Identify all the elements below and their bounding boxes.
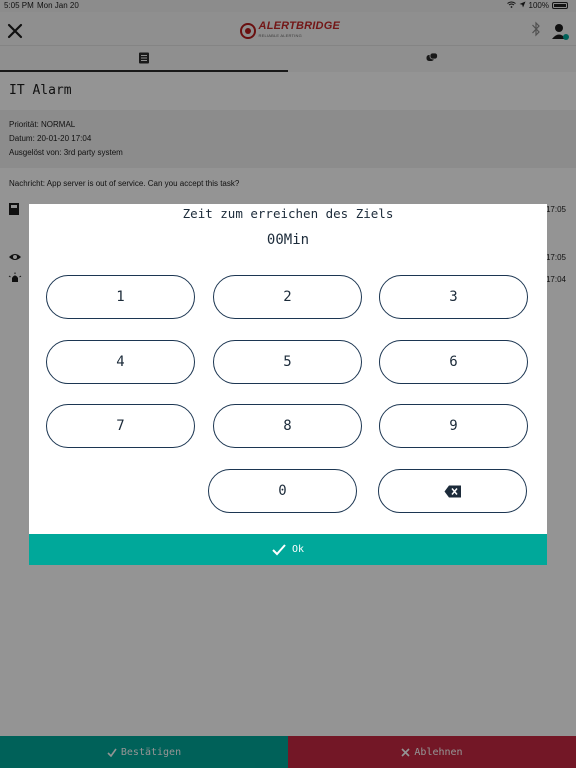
keypad-key-3[interactable]: 3 [379, 275, 528, 319]
checkmark-icon [272, 543, 286, 555]
keypad-key-2[interactable]: 2 [213, 275, 362, 319]
dialog-value-display: 00Min [266, 232, 310, 248]
keypad-key-0[interactable]: 0 [208, 469, 357, 513]
keypad-backspace-button[interactable] [378, 469, 527, 513]
keypad-key-5[interactable]: 5 [213, 340, 362, 384]
keypad-key-1[interactable]: 1 [46, 275, 195, 319]
backspace-icon [444, 485, 461, 497]
time-to-target-dialog: Zeit zum erreichen des Ziels 00Min 1 2 3… [29, 204, 547, 565]
dialog-ok-label: Ok [291, 544, 305, 555]
keypad-key-9[interactable]: 9 [379, 404, 528, 448]
keypad-key-6[interactable]: 6 [379, 340, 528, 384]
keypad-key-8[interactable]: 8 [213, 404, 362, 448]
dialog-title: Zeit zum erreichen des Ziels [182, 206, 394, 221]
dialog-ok-button[interactable]: Ok [29, 534, 547, 565]
keypad-key-7[interactable]: 7 [46, 404, 195, 448]
keypad-key-4[interactable]: 4 [46, 340, 195, 384]
